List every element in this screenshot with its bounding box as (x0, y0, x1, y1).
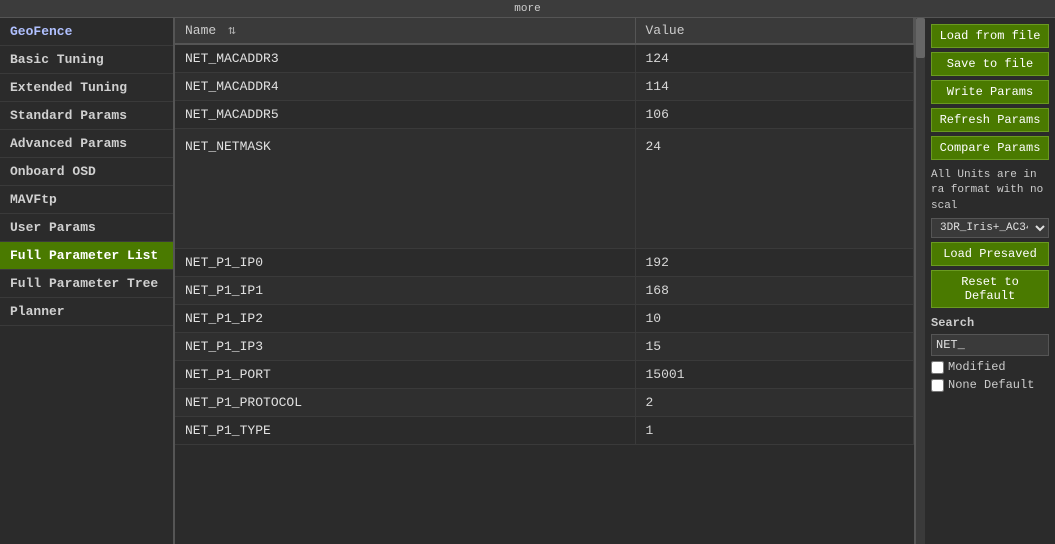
param-name-cell: NET_P1_TYPE (175, 417, 635, 445)
table-row[interactable]: NET_P1_PORT15001 (175, 361, 914, 389)
col-header-name[interactable]: Name ⇅ (175, 18, 635, 44)
param-name-cell: NET_P1_PORT (175, 361, 635, 389)
table-row[interactable]: NET_P1_IP0192 (175, 249, 914, 277)
sidebar-item-advanced-params[interactable]: Advanced Params (0, 130, 173, 158)
param-name-cell: NET_P1_IP2 (175, 305, 635, 333)
sidebar: GeoFence Basic Tuning Extended Tuning St… (0, 18, 175, 544)
col-header-value[interactable]: Value (635, 18, 914, 44)
save-to-file-button[interactable]: Save to file (931, 52, 1049, 76)
sidebar-item-user-params[interactable]: User Params (0, 214, 173, 242)
top-bar: more (0, 0, 1055, 18)
none-default-label: None Default (948, 378, 1034, 392)
load-presaved-button[interactable]: Load Presaved (931, 242, 1049, 266)
sidebar-item-full-parameter-tree[interactable]: Full Parameter Tree (0, 270, 173, 298)
param-name-cell: NET_P1_PROTOCOL (175, 389, 635, 417)
table-row[interactable]: NET_P1_PROTOCOL2 (175, 389, 914, 417)
param-value-cell[interactable]: 15 (635, 333, 914, 361)
table-row[interactable]: NET_P1_IP315 (175, 333, 914, 361)
write-params-button[interactable]: Write Params (931, 80, 1049, 104)
param-value-cell[interactable]: 2 (635, 389, 914, 417)
refresh-params-button[interactable]: Refresh Params (931, 108, 1049, 132)
sidebar-item-basic-tuning[interactable]: Basic Tuning (0, 46, 173, 74)
table-row[interactable]: NET_MACADDR3124 (175, 44, 914, 73)
none-default-checkbox-row: None Default (931, 378, 1049, 392)
param-value-cell[interactable]: 124 (635, 44, 914, 73)
modified-checkbox-row: Modified (931, 360, 1049, 374)
param-name-cell: NET_MACADDR5 (175, 101, 635, 129)
table-row[interactable]: NET_NETMASK24 (175, 129, 914, 249)
modified-checkbox[interactable] (931, 361, 944, 374)
top-bar-title: more (514, 3, 540, 15)
param-name-cell: NET_P1_IP1 (175, 277, 635, 305)
table-row[interactable]: NET_MACADDR5106 (175, 101, 914, 129)
param-value-cell[interactable]: 168 (635, 277, 914, 305)
param-table: Name ⇅ Value NET_MACADDR3124NET_MACADDR4… (175, 18, 914, 445)
param-name-cell: NET_P1_IP3 (175, 333, 635, 361)
sidebar-item-geofence[interactable]: GeoFence (0, 18, 173, 46)
table-row[interactable]: NET_P1_IP1168 (175, 277, 914, 305)
param-value-cell[interactable]: 15001 (635, 361, 914, 389)
compare-params-button[interactable]: Compare Params (931, 136, 1049, 160)
right-panel: Load from file Save to file Write Params… (925, 18, 1055, 544)
none-default-checkbox[interactable] (931, 379, 944, 392)
preset-dropdown[interactable]: 3DR_Iris+_AC34 (931, 218, 1049, 238)
load-from-file-button[interactable]: Load from file (931, 24, 1049, 48)
sidebar-item-planner[interactable]: Planner (0, 298, 173, 326)
content-area: Name ⇅ Value NET_MACADDR3124NET_MACADDR4… (175, 18, 1055, 544)
reset-to-default-button[interactable]: Reset to Default (931, 270, 1049, 308)
sidebar-item-onboard-osd[interactable]: Onboard OSD (0, 158, 173, 186)
param-table-container[interactable]: Name ⇅ Value NET_MACADDR3124NET_MACADDR4… (175, 18, 915, 544)
param-value-cell[interactable]: 10 (635, 305, 914, 333)
sort-icon: ⇅ (228, 23, 236, 38)
param-value-cell[interactable]: 192 (635, 249, 914, 277)
table-row[interactable]: NET_P1_IP210 (175, 305, 914, 333)
param-name-cell: NET_MACADDR4 (175, 73, 635, 101)
param-value-cell[interactable]: 106 (635, 101, 914, 129)
sidebar-item-full-parameter-list[interactable]: Full Parameter List (0, 242, 173, 270)
sidebar-item-extended-tuning[interactable]: Extended Tuning (0, 74, 173, 102)
search-label: Search (931, 316, 1049, 330)
param-value-cell[interactable]: 1 (635, 417, 914, 445)
param-value-cell[interactable]: 114 (635, 73, 914, 101)
search-input[interactable] (931, 334, 1049, 356)
sidebar-item-mavftp[interactable]: MAVFtp (0, 186, 173, 214)
param-value-cell[interactable]: 24 (635, 129, 914, 249)
table-row[interactable]: NET_MACADDR4114 (175, 73, 914, 101)
modified-label: Modified (948, 360, 1006, 374)
main-layout: GeoFence Basic Tuning Extended Tuning St… (0, 18, 1055, 544)
table-scrollbar[interactable] (915, 18, 925, 544)
param-name-cell: NET_P1_IP0 (175, 249, 635, 277)
param-name-cell: NET_NETMASK (175, 129, 635, 249)
table-row[interactable]: NET_P1_TYPE1 (175, 417, 914, 445)
sidebar-item-standard-params[interactable]: Standard Params (0, 102, 173, 130)
info-text: All Units are in ra format with no scal (931, 168, 1049, 214)
param-name-cell: NET_MACADDR3 (175, 44, 635, 73)
dropdown-row: 3DR_Iris+_AC34 (931, 218, 1049, 238)
